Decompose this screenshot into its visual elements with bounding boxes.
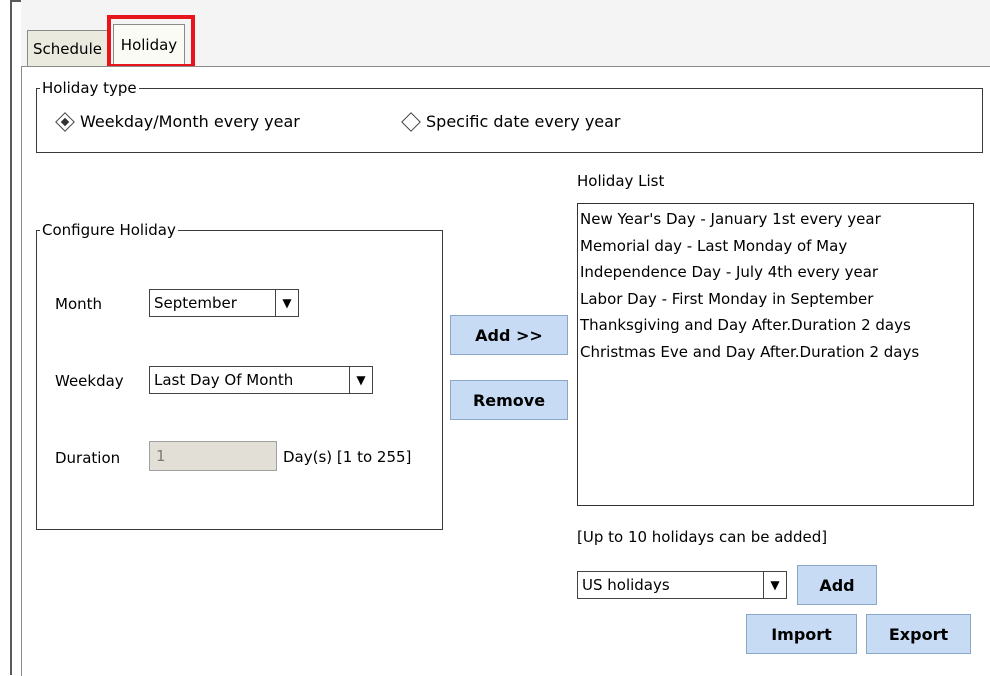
add-holiday-button[interactable]: Add >> bbox=[450, 315, 568, 355]
add-template-button[interactable]: Add bbox=[797, 565, 877, 605]
weekday-select[interactable]: Last Day Of Month ▼ bbox=[149, 366, 373, 394]
duration-label: Duration bbox=[55, 449, 121, 467]
radio-weekday-month[interactable]: Weekday/Month every year bbox=[55, 111, 300, 132]
duration-input[interactable]: 1 bbox=[149, 441, 277, 471]
month-select-value: September bbox=[154, 294, 237, 312]
remove-holiday-button[interactable]: Remove bbox=[450, 380, 568, 420]
holiday-template-select[interactable]: US holidays ▼ bbox=[577, 571, 787, 599]
holiday-template-value: US holidays bbox=[582, 576, 670, 594]
holiday-type-legend: Holiday type bbox=[40, 79, 139, 97]
list-item[interactable]: Independence Day - July 4th every year bbox=[580, 259, 973, 286]
holiday-list-title: Holiday List bbox=[577, 172, 665, 190]
weekday-select-value: Last Day Of Month bbox=[154, 371, 294, 389]
duration-range-hint: Day(s) [1 to 255] bbox=[283, 448, 412, 466]
chevron-down-icon[interactable]: ▼ bbox=[763, 572, 786, 598]
holiday-listbox[interactable]: New Year's Day - January 1st every year … bbox=[577, 203, 974, 506]
import-button[interactable]: Import bbox=[746, 614, 857, 654]
list-item[interactable]: New Year's Day - January 1st every year bbox=[580, 206, 973, 233]
export-button[interactable]: Export bbox=[866, 614, 971, 654]
list-item[interactable]: Christmas Eve and Day After.Duration 2 d… bbox=[580, 339, 973, 366]
month-label: Month bbox=[55, 295, 103, 313]
configure-holiday-legend: Configure Holiday bbox=[40, 221, 178, 239]
list-item[interactable]: Labor Day - First Monday in September bbox=[580, 286, 973, 313]
window-frame-left bbox=[10, 0, 12, 675]
tab-schedule[interactable]: Schedule bbox=[27, 30, 108, 67]
radio-specific-date-label: Specific date every year bbox=[426, 112, 621, 131]
holiday-limit-note: [Up to 10 holidays can be added] bbox=[577, 528, 828, 546]
tab-holiday-highlight bbox=[107, 15, 195, 68]
radio-selected-icon bbox=[55, 111, 75, 132]
list-item[interactable]: Thanksgiving and Day After.Duration 2 da… bbox=[580, 312, 973, 339]
chevron-down-icon[interactable]: ▼ bbox=[349, 367, 372, 393]
radio-unselected-icon bbox=[401, 111, 421, 132]
radio-weekday-month-label: Weekday/Month every year bbox=[80, 112, 300, 131]
radio-specific-date[interactable]: Specific date every year bbox=[401, 111, 621, 132]
chevron-down-icon[interactable]: ▼ bbox=[275, 290, 298, 316]
month-select[interactable]: September ▼ bbox=[149, 289, 299, 317]
weekday-label: Weekday bbox=[55, 372, 124, 390]
list-item[interactable]: Memorial day - Last Monday of May bbox=[580, 233, 973, 260]
